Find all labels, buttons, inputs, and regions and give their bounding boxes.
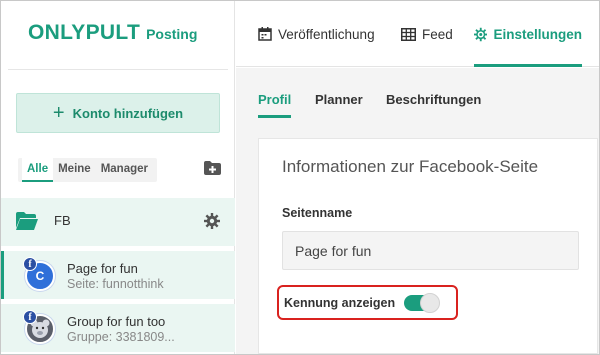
page-name-input[interactable] xyxy=(282,231,579,270)
divider xyxy=(8,69,228,70)
show-id-label: Kennung anzeigen xyxy=(284,295,396,310)
add-account-label: Konto hinzufügen xyxy=(72,105,184,121)
nav-label: Einstellungen xyxy=(493,26,582,42)
settings-tabs: Profil Planner Beschriftungen xyxy=(236,68,599,124)
filter-tab-manager[interactable]: Manager xyxy=(96,158,153,182)
facebook-page-info-card: Informationen zur Facebook-Seite Seitenn… xyxy=(258,138,598,354)
highlight-box: Kennung anzeigen xyxy=(277,285,458,320)
facebook-icon: f xyxy=(23,310,37,324)
nav-publishing[interactable]: Veröffentlichung xyxy=(258,1,375,67)
nav-settings[interactable]: Einstellungen xyxy=(474,1,582,67)
filter-tabs: Alle Meine Manager xyxy=(18,158,157,182)
tab-labels[interactable]: Beschriftungen xyxy=(386,92,481,118)
top-navigation: Veröffentlichung Feed Einstellungen xyxy=(236,1,599,67)
logo-product: Posting xyxy=(146,26,198,42)
main-content: Profil Planner Beschriftungen Informatio… xyxy=(236,68,599,354)
group-row[interactable]: FB xyxy=(1,198,235,246)
gear-icon[interactable] xyxy=(204,213,220,229)
logo[interactable]: ONLYPULT Posting xyxy=(28,21,197,45)
page-name-label: Seitenname xyxy=(282,206,353,220)
tab-planner[interactable]: Planner xyxy=(315,92,363,118)
tab-profile[interactable]: Profil xyxy=(258,92,292,118)
nav-label: Feed xyxy=(422,26,453,42)
account-row[interactable]: f Group for fun too Gruppe: 3381809... xyxy=(1,304,235,352)
card-title: Informationen zur Facebook-Seite xyxy=(282,157,539,176)
account-row[interactable]: C f Page for fun Seite: funnotthink xyxy=(1,251,235,299)
logo-text: ONLYPULT xyxy=(28,21,141,44)
gear-icon xyxy=(474,27,488,41)
grid-icon xyxy=(401,27,416,41)
show-id-toggle[interactable] xyxy=(404,292,441,313)
add-account-button[interactable]: + Konto hinzufügen xyxy=(16,93,220,133)
folder-add-icon[interactable] xyxy=(204,161,221,175)
group-label: FB xyxy=(54,213,71,228)
plus-icon: + xyxy=(52,102,65,124)
nav-label: Veröffentlichung xyxy=(278,26,375,42)
account-name: Group for fun too xyxy=(67,314,166,329)
nav-feed[interactable]: Feed xyxy=(401,1,453,67)
folder-open-icon xyxy=(16,212,38,230)
account-subtitle: Seite: funnotthink xyxy=(67,277,164,291)
toggle-knob xyxy=(420,292,441,313)
calendar-icon xyxy=(258,27,272,41)
account-name: Page for fun xyxy=(67,261,138,276)
sidebar: ONLYPULT Posting + Konto hinzufügen Alle… xyxy=(1,1,235,354)
account-subtitle: Gruppe: 3381809... xyxy=(67,330,175,344)
filter-tab-mine[interactable]: Meine xyxy=(53,158,96,182)
filter-tab-all[interactable]: Alle xyxy=(22,158,54,182)
facebook-icon: f xyxy=(23,257,37,271)
